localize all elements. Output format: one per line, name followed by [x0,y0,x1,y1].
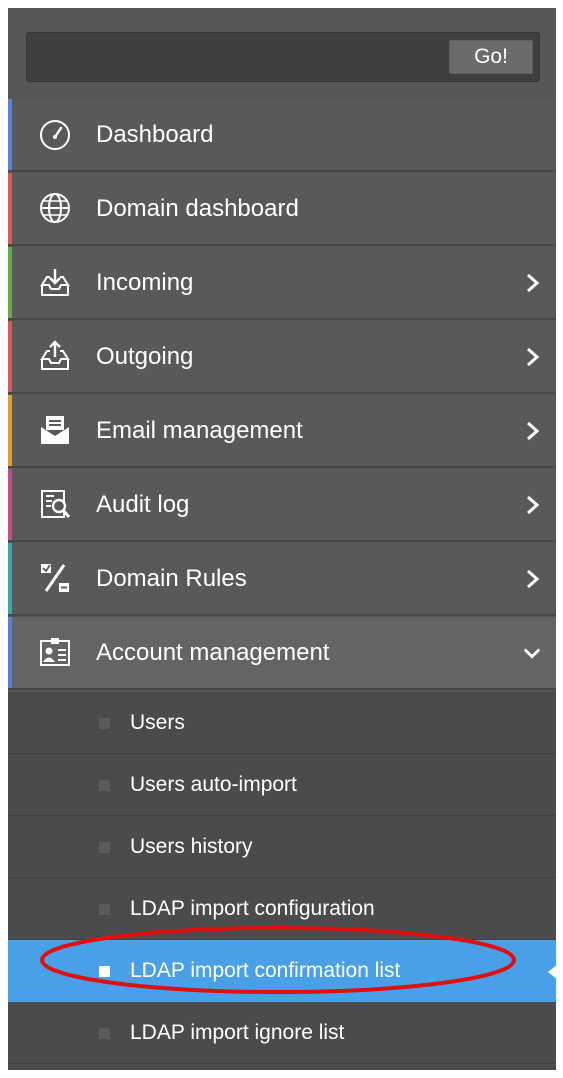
submenu-item-label: LDAP import ignore list [130,1021,345,1044]
chevron-right-icon [527,347,540,367]
menu-item-outgoing[interactable]: Outgoing [8,321,556,394]
menu-item-domain-rules[interactable]: Domain Rules [8,543,556,616]
percent-rules-icon [41,564,69,592]
search-input[interactable] [27,33,447,81]
account-management-submenu: Users Users auto-import Users history LD… [8,692,556,1070]
email-envelope-icon [41,416,69,444]
bullet-square-icon [99,904,110,915]
menu-item-label: Account management [96,639,330,666]
submenu-item-label: Users history [130,835,253,858]
submenu-item-ldap-import-configuration[interactable]: LDAP import configuration [8,878,556,940]
bullet-square-icon [99,718,110,729]
accent-bar [8,469,12,540]
bullet-square-icon [99,1028,110,1039]
submenu-item-label: LDAP import configuration [130,897,375,920]
globe-icon [40,193,70,223]
menu-item-label: Email management [96,417,303,444]
menu-item-account-management[interactable]: Account management [8,617,556,690]
chevron-down-icon [523,648,541,659]
submenu-item-users-auto-import[interactable]: Users auto-import [8,754,556,816]
menu-item-email-management[interactable]: Email management [8,395,556,468]
audit-log-search-icon [41,490,71,518]
accent-bar [8,321,12,392]
accent-bar [8,173,12,244]
chevron-right-icon [527,495,540,515]
menu-item-label: Outgoing [96,343,194,370]
submenu-item-ldap-import-confirmation-list[interactable]: LDAP import confirmation list [8,940,556,1002]
navigation-sidebar: Go! Dashboard Domain dashboard Incoming … [8,8,556,1070]
menu-item-incoming[interactable]: Incoming [8,247,556,320]
menu-item-label: Domain Rules [96,565,247,592]
submenu-item-users-history[interactable]: Users history [8,816,556,878]
menu-item-domain-dashboard[interactable]: Domain dashboard [8,173,556,246]
chevron-right-icon [527,273,540,293]
accent-bar [8,617,12,688]
search-area: Go! [8,8,556,99]
accent-bar [8,395,12,466]
chevron-right-icon [527,569,540,589]
menu-item-label: Audit log [96,491,190,518]
chevron-right-icon [527,421,540,441]
menu-item-label: Domain dashboard [96,195,299,222]
accent-bar [8,247,12,318]
search-box: Go! [26,32,540,82]
menu-item-dashboard[interactable]: Dashboard [8,99,556,172]
outgoing-tray-icon [40,340,70,370]
menu-item-label: Dashboard [96,121,214,148]
submenu-item-ldap-import-ignore-list[interactable]: LDAP import ignore list [8,1002,556,1064]
submenu-item-label: Users auto-import [130,773,297,796]
submenu-item-users[interactable]: Users [8,692,556,754]
bullet-square-icon [99,780,110,791]
dashboard-gauge-icon [40,120,70,150]
active-caret-icon [548,964,556,980]
submenu-item-label: Users [130,711,185,734]
incoming-tray-icon [40,269,70,296]
bullet-square-icon [99,966,110,977]
accent-bar [8,99,12,170]
accent-bar [8,543,12,614]
menu-item-label: Incoming [96,269,194,296]
go-button[interactable]: Go! [449,40,533,74]
screenshot-frame: Go! Dashboard Domain dashboard Incoming … [0,0,563,1078]
submenu-item-label: LDAP import confirmation list [130,959,401,982]
bullet-square-icon [99,842,110,853]
account-card-icon [40,638,70,666]
menu-item-audit-log[interactable]: Audit log [8,469,556,542]
